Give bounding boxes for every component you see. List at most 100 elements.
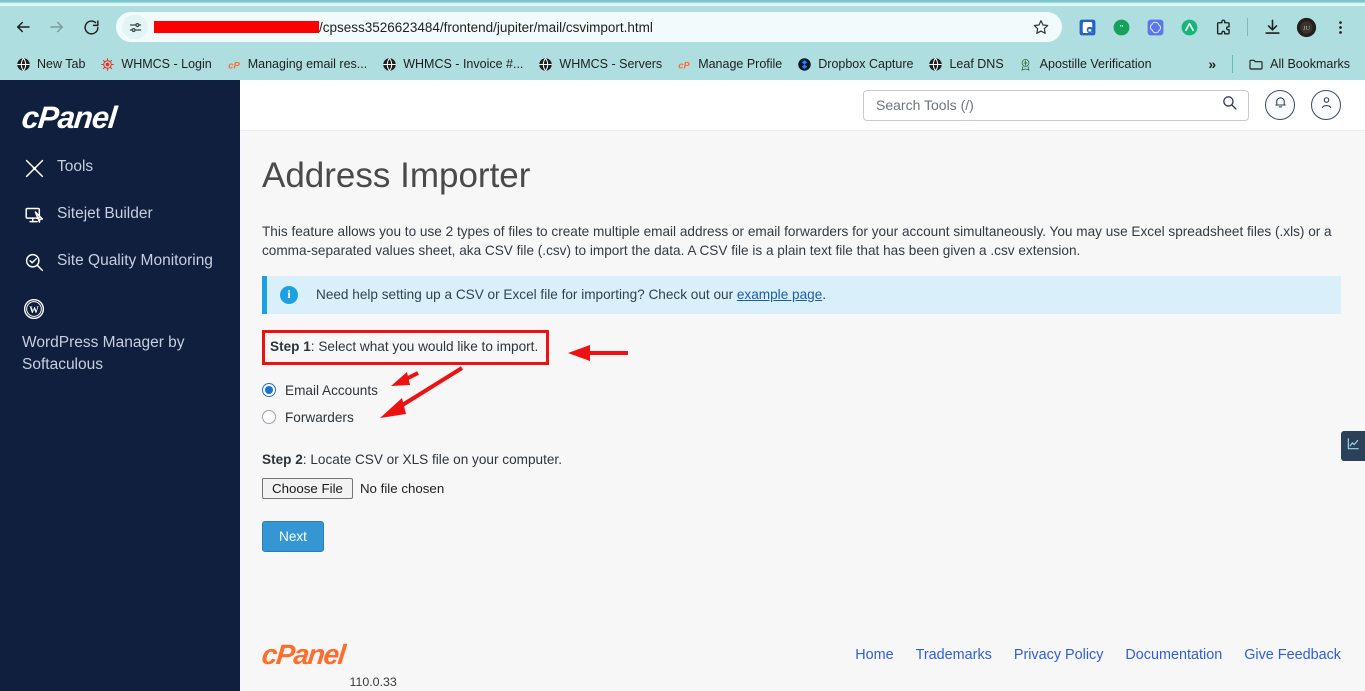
cpanel-footer-logo: cPanel: [260, 639, 347, 670]
bookmark-label: Dropbox Capture: [818, 57, 914, 71]
bookmark-label: Apostille Verification: [1039, 57, 1152, 71]
download-icon[interactable]: [1258, 13, 1286, 41]
bookmark-label: WHMCS - Invoice #...: [403, 57, 524, 71]
bookmark-item[interactable]: Dropbox Capture: [789, 53, 920, 75]
grammarly-extension-icon[interactable]: ”: [1107, 13, 1135, 41]
all-bookmarks-button[interactable]: All Bookmarks: [1241, 53, 1357, 75]
bookmark-label: Leaf DNS: [949, 57, 1004, 71]
footer-link-documentation[interactable]: Documentation: [1125, 647, 1222, 663]
page-footer: cPanel 110.0.33 Home Trademarks Privacy …: [240, 619, 1365, 691]
page-body: cPanel Tools Sitejet Builder Site Qualit…: [0, 80, 1365, 691]
sitejet-monitor-icon: [22, 203, 46, 227]
search-tools-box[interactable]: [863, 89, 1249, 121]
browser-chrome: /cpsess3526623484/frontend/jupiter/mail/…: [0, 0, 1365, 80]
sidebar-item-site-quality-monitoring[interactable]: Site Quality Monitoring: [0, 250, 240, 274]
bookmark-item[interactable]: WHMCS - Servers: [530, 53, 669, 75]
cpanel-icon: cP: [676, 56, 692, 72]
magnifier-check-icon: [22, 250, 46, 274]
bookmark-item[interactable]: Apostille Verification: [1011, 53, 1159, 75]
search-icon[interactable]: [1221, 94, 1238, 116]
sidebar-item-label: WordPress Manager by Softaculous: [22, 334, 185, 373]
choose-file-button[interactable]: Choose File: [262, 477, 353, 499]
browser-toolbar: /cpsess3526623484/frontend/jupiter/mail/…: [0, 6, 1365, 48]
bookmark-item[interactable]: cP Managing email res...: [219, 53, 375, 75]
footer-link-trademarks[interactable]: Trademarks: [916, 647, 992, 663]
url-text[interactable]: /cpsess3526623484/frontend/jupiter/mail/…: [154, 20, 1024, 35]
cpanel-logo[interactable]: cPanel: [20, 100, 241, 135]
main-header: [240, 80, 1365, 131]
svg-text:cP: cP: [678, 60, 690, 70]
search-input[interactable]: [874, 96, 1221, 114]
sidebar-item-label: Site Quality Monitoring: [57, 252, 213, 269]
wordpress-icon: W: [22, 297, 46, 321]
three-dot-menu-icon[interactable]: [1326, 13, 1354, 41]
bookmark-item[interactable]: cP Manage Profile: [669, 53, 789, 75]
example-page-link[interactable]: example page: [737, 287, 822, 302]
step1-rest: : Select what you would like to import.: [310, 338, 539, 354]
svg-text:W: W: [29, 305, 39, 316]
content-area: Address Importer This feature allows you…: [240, 131, 1365, 619]
sidebar-item-label: Sitejet Builder: [57, 205, 153, 222]
nordvpn-extension-icon[interactable]: [1175, 13, 1203, 41]
alert-text-after: .: [822, 287, 827, 302]
tools-icon: [22, 156, 46, 180]
folder-icon: [1248, 56, 1264, 72]
globe-icon: [381, 56, 397, 72]
svg-text:”: ”: [1119, 22, 1123, 32]
cpanel-version: 110.0.33: [349, 675, 397, 689]
globe-icon: [927, 56, 943, 72]
bookmarks-bar: New Tab WHMCS - Login cP Managing email …: [0, 48, 1365, 80]
account-button[interactable]: [1311, 90, 1341, 120]
line-chart-icon: [1346, 437, 1360, 456]
bookmark-item[interactable]: New Tab: [8, 53, 92, 75]
bookmark-item[interactable]: WHMCS - Invoice #...: [374, 53, 530, 75]
bitwarden-extension-icon[interactable]: [1073, 13, 1101, 41]
star-icon[interactable]: [1030, 16, 1052, 38]
forward-arrow-icon[interactable]: [42, 12, 72, 42]
bookmark-label: Manage Profile: [698, 57, 783, 71]
alert-text-before: Need help setting up a CSV or Excel file…: [316, 287, 737, 302]
profile-avatar[interactable]: JU: [1292, 13, 1320, 41]
bookmark-label: Managing email res...: [247, 57, 368, 71]
file-input-row[interactable]: Choose File No file chosen: [262, 477, 1341, 499]
radio-forwarders[interactable]: Forwarders: [262, 410, 1341, 425]
chevron-double-right-icon[interactable]: »: [1200, 54, 1224, 74]
bookmark-label: WHMCS - Servers: [559, 57, 663, 71]
notifications-button[interactable]: [1265, 90, 1295, 120]
page-title: Address Importer: [262, 156, 531, 195]
radio-forwarders-input[interactable]: [262, 410, 276, 424]
next-button[interactable]: Next: [262, 520, 324, 552]
chatgpt-extension-icon[interactable]: [1141, 13, 1169, 41]
site-quality-side-tab[interactable]: [1341, 431, 1365, 461]
sidebar-item-tools[interactable]: Tools: [0, 156, 240, 180]
footer-link-give-feedback[interactable]: Give Feedback: [1244, 647, 1341, 663]
seal-icon: [1018, 56, 1034, 72]
footer-links: Home Trademarks Privacy Policy Documenta…: [855, 647, 1341, 663]
radio-email-accounts[interactable]: Email Accounts: [262, 383, 1341, 398]
intro-paragraph: This feature allows you to use 2 types o…: [262, 223, 1332, 258]
radio-email-accounts-label: Email Accounts: [285, 382, 378, 398]
step2-rest: : Locate CSV or XLS file on your compute…: [302, 451, 562, 467]
extensions-puzzle-icon[interactable]: [1209, 13, 1237, 41]
bookmark-item[interactable]: Leaf DNS: [920, 53, 1010, 75]
back-arrow-icon[interactable]: [8, 12, 38, 42]
url-path: /cpsess3526623484/frontend/jupiter/mail/…: [319, 19, 653, 35]
globe-icon: [537, 56, 553, 72]
url-redacted-block: [154, 21, 319, 33]
bookmark-item[interactable]: WHMCS - Login: [92, 53, 218, 75]
bookmark-label: WHMCS - Login: [121, 57, 212, 71]
dropbox-icon: [796, 56, 812, 72]
main-area: Address Importer This feature allows you…: [240, 80, 1365, 691]
radio-forwarders-label: Forwarders: [285, 409, 354, 425]
address-bar[interactable]: /cpsess3526623484/frontend/jupiter/mail/…: [116, 12, 1062, 42]
site-settings-tune-icon[interactable]: [122, 15, 148, 39]
footer-link-privacy-policy[interactable]: Privacy Policy: [1014, 647, 1104, 663]
sidebar-item-sitejet-builder[interactable]: Sitejet Builder: [0, 203, 240, 227]
step2-label: Step 2: Locate CSV or XLS file on your c…: [262, 452, 1341, 467]
radio-email-accounts-input[interactable]: [262, 383, 276, 397]
footer-link-home[interactable]: Home: [855, 647, 893, 663]
svg-text:JU: JU: [1303, 26, 1310, 32]
sidebar-item-wordpress-manager[interactable]: W WordPress Manager by Softaculous: [0, 297, 240, 376]
bell-icon: [1273, 95, 1288, 115]
reload-icon[interactable]: [76, 12, 106, 42]
